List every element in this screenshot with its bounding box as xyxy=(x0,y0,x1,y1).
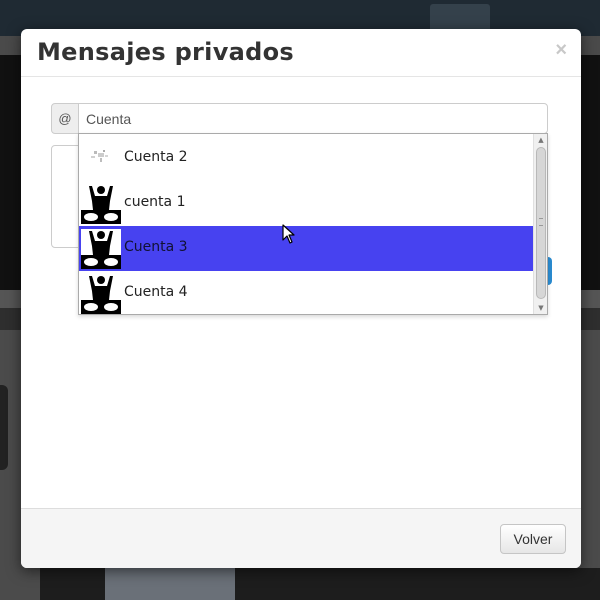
suggestion-item-selected[interactable]: Cuenta 3 xyxy=(79,226,534,271)
background-panel-left xyxy=(0,55,22,290)
scrollbar-thumb[interactable] xyxy=(536,147,546,299)
dropdown-scrollbar[interactable]: ▲ ▼ xyxy=(533,134,547,314)
scroll-down-icon[interactable]: ▼ xyxy=(534,302,547,314)
suggestion-label: Cuenta 3 xyxy=(124,239,188,255)
background-card-edge xyxy=(0,385,8,470)
modal-header: Mensajes privados × xyxy=(21,29,581,77)
modal-footer: Volver xyxy=(21,508,581,568)
dj-silhouette-icon xyxy=(81,184,121,224)
background-thumbnail xyxy=(105,568,235,600)
dj-silhouette-icon xyxy=(81,274,121,314)
scrollbar-grip xyxy=(539,218,543,226)
dj-silhouette-icon xyxy=(81,229,121,269)
at-sign-addon: @ xyxy=(51,103,79,134)
back-button[interactable]: Volver xyxy=(500,524,566,554)
private-messages-modal: Mensajes privados × @ Cuenta 2 xyxy=(21,29,581,568)
suggestion-item[interactable]: cuenta 1 xyxy=(79,181,534,226)
photo-placeholder-icon xyxy=(81,139,121,179)
recipient-suggestions-dropdown: Cuenta 2 cuenta 1 Cuenta 3 Cuenta 4 ▲ ▼ xyxy=(78,133,548,315)
suggestion-item[interactable]: Cuenta 4 xyxy=(79,271,534,314)
background-navbar-item xyxy=(430,4,490,32)
suggestion-label: cuenta 1 xyxy=(124,194,186,210)
mouse-cursor-icon xyxy=(282,224,295,244)
suggestion-item[interactable]: Cuenta 2 xyxy=(79,136,534,181)
suggestion-label: Cuenta 2 xyxy=(124,149,188,165)
recipient-input-group: @ xyxy=(51,103,548,134)
recipient-input[interactable] xyxy=(78,103,548,134)
modal-title: Mensajes privados xyxy=(37,38,295,66)
scroll-up-icon[interactable]: ▲ xyxy=(534,134,547,146)
close-icon[interactable]: × xyxy=(555,40,567,60)
suggestion-label: Cuenta 4 xyxy=(124,284,188,300)
background-panel-right xyxy=(580,55,600,290)
